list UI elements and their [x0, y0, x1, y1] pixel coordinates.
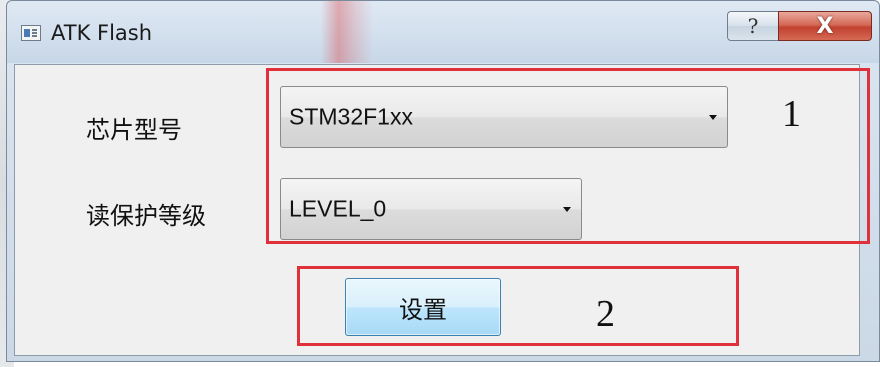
help-icon: ? [747, 14, 759, 38]
annotation-box-1 [266, 68, 870, 244]
close-button[interactable]: X [778, 11, 872, 41]
annotation-marker-2: 2 [596, 293, 615, 335]
read-protect-label: 读保护等级 [86, 202, 206, 230]
help-button[interactable]: ? [727, 11, 779, 41]
title-bar[interactable]: ATK Flash ? X [7, 1, 879, 63]
annotation-box-2 [297, 266, 739, 346]
chip-model-label: 芯片型号 [86, 116, 182, 144]
close-icon: X [816, 13, 834, 39]
annotation-marker-1: 1 [782, 93, 801, 135]
window-title: ATK Flash [51, 21, 153, 45]
app-icon[interactable] [21, 25, 41, 41]
